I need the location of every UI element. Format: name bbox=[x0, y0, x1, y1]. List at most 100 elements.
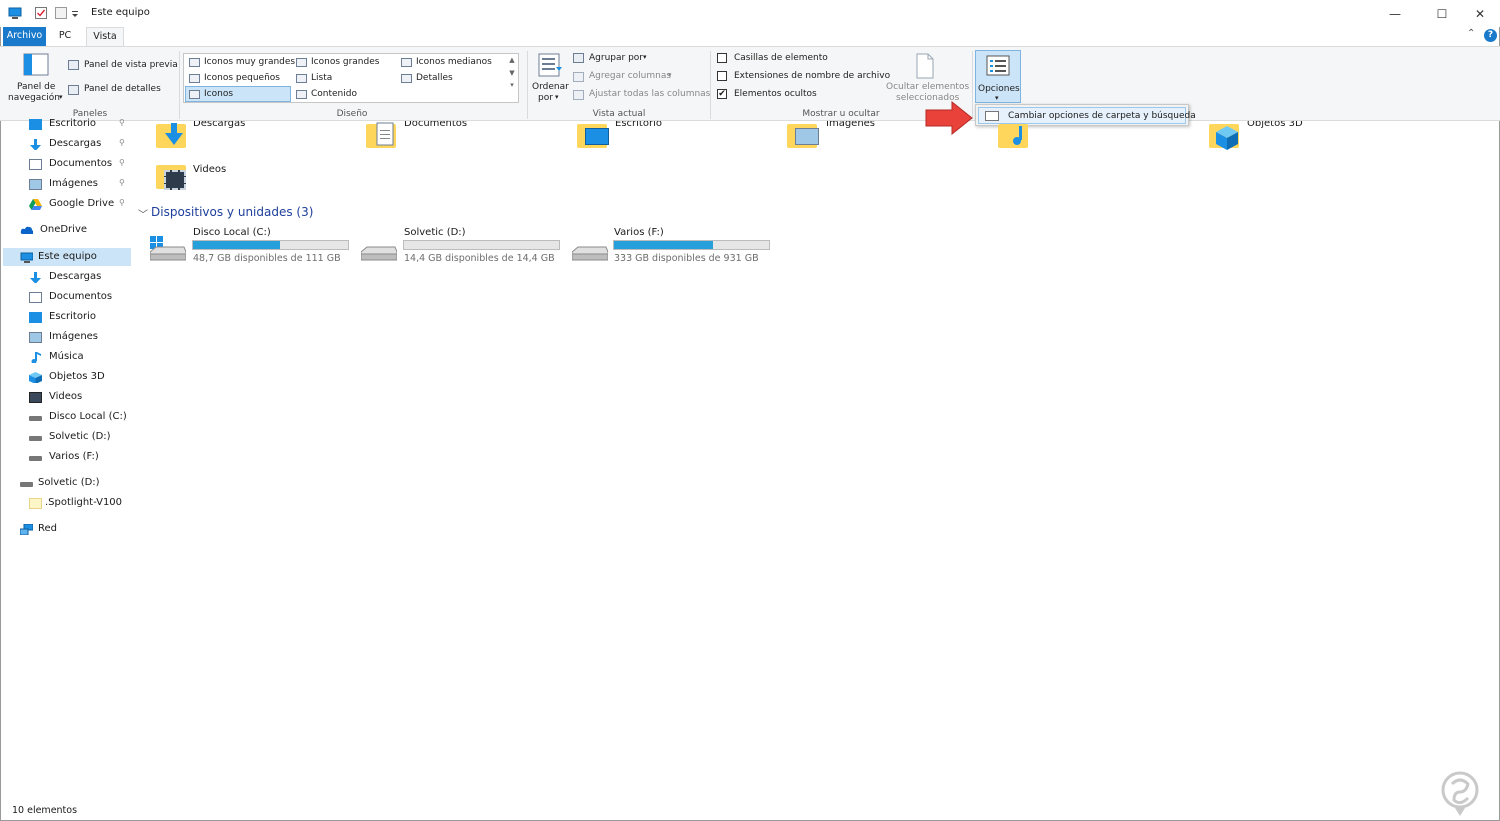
options-button[interactable]: Opciones ▾ bbox=[975, 50, 1021, 103]
chevron-down-icon[interactable]: ▼ bbox=[506, 69, 518, 77]
item-checkboxes-checkbox[interactable] bbox=[717, 53, 727, 63]
nav-this-pc[interactable]: Este equipo bbox=[20, 248, 128, 266]
layout-item-label: Detalles bbox=[416, 73, 453, 83]
sort-by-label-2: por bbox=[538, 93, 553, 103]
nav-label: Este equipo bbox=[38, 251, 97, 262]
collapse-ribbon-icon[interactable]: ⌃ bbox=[1467, 28, 1475, 39]
nav-quick-escritorio[interactable]: Escritorio bbox=[29, 115, 129, 133]
preview-pane-button[interactable]: Panel de vista previa bbox=[84, 60, 178, 70]
layout-item-label: Lista bbox=[311, 73, 333, 83]
help-icon[interactable]: ? bbox=[1484, 29, 1497, 42]
drive-icon bbox=[29, 456, 42, 461]
file-extensions-checkbox[interactable] bbox=[717, 71, 727, 81]
close-button[interactable]: ✕ bbox=[1457, 0, 1500, 27]
nav-pc-varios-f[interactable]: Varios (F:) bbox=[29, 448, 129, 466]
chevron-down-icon: ▾ bbox=[668, 71, 672, 79]
preview-pane-icon bbox=[68, 60, 79, 70]
nav-quick-descargas[interactable]: Descargas bbox=[29, 135, 129, 153]
nav-spotlight-folder[interactable]: .Spotlight-V100 bbox=[29, 494, 129, 512]
nav-pc-descargas[interactable]: Descargas bbox=[29, 268, 129, 286]
desktop-icon bbox=[29, 119, 42, 130]
solvetic-watermark-logo bbox=[1441, 771, 1479, 816]
chevron-down-icon: ▾ bbox=[643, 53, 647, 61]
hide-selected-button[interactable]: Ocultar elementos seleccionados bbox=[884, 51, 969, 107]
group-by-button[interactable]: Agrupar por bbox=[589, 53, 643, 63]
nav-pc-escritorio[interactable]: Escritorio bbox=[29, 308, 129, 326]
ribbon-tabs: Archivo PC Vista bbox=[0, 27, 1500, 46]
devices-section-header[interactable]: Dispositivos y unidades (3) bbox=[151, 205, 313, 219]
folder-label[interactable]: Videos bbox=[193, 164, 226, 175]
small-icons-icon bbox=[189, 74, 200, 83]
title-bar: Este equipo — ☐ ✕ bbox=[0, 0, 1500, 27]
layout-icons[interactable]: Iconos bbox=[185, 86, 291, 102]
chevron-down-icon: ▾ bbox=[555, 93, 559, 101]
nav-pc-musica[interactable]: Música bbox=[29, 348, 129, 366]
gallery-expand-icon[interactable]: ▾ bbox=[506, 81, 518, 89]
tab-pc[interactable]: PC bbox=[50, 27, 80, 46]
tab-view[interactable]: Vista bbox=[86, 27, 124, 46]
pin-icon[interactable]: ⚲ bbox=[119, 178, 125, 187]
layout-extra-large-icons[interactable]: Iconos muy grandes bbox=[186, 55, 295, 71]
nav-pc-disco-local-c[interactable]: Disco Local (C:) bbox=[29, 408, 129, 426]
nav-pc-documentos[interactable]: Documentos bbox=[29, 288, 129, 306]
ribbon-separator bbox=[710, 51, 711, 119]
hide-selected-icon bbox=[916, 53, 934, 79]
gallery-scrollbar[interactable]: ▲ ▼ ▾ bbox=[506, 54, 518, 102]
group-by-icon bbox=[573, 53, 584, 63]
navigation-pane-button[interactable]: Panel de navegación ▾ bbox=[6, 51, 68, 107]
sort-by-label-1: Ordenar bbox=[532, 82, 569, 92]
properties-icon[interactable] bbox=[34, 6, 48, 20]
layout-list[interactable]: Lista bbox=[293, 71, 397, 87]
onedrive-cloud-icon bbox=[20, 226, 33, 234]
nav-pc-objetos-3d[interactable]: Objetos 3D bbox=[29, 368, 129, 386]
drive-usage-bar bbox=[613, 240, 770, 250]
nav-label: Imágenes bbox=[49, 178, 99, 189]
download-arrow-icon bbox=[30, 139, 41, 150]
this-pc-icon[interactable] bbox=[8, 6, 22, 20]
pictures-icon bbox=[29, 179, 42, 190]
tab-file[interactable]: Archivo bbox=[3, 27, 46, 46]
nav-solvetic-drive[interactable]: Solvetic (D:) bbox=[20, 474, 120, 492]
hidden-items-checkbox[interactable]: ✔ bbox=[717, 89, 727, 99]
quick-access-dropdown-icon[interactable] bbox=[70, 6, 84, 20]
minimize-button[interactable]: — bbox=[1372, 0, 1418, 27]
nav-pc-solvetic-d[interactable]: Solvetic (D:) bbox=[29, 428, 129, 446]
pin-icon[interactable]: ⚲ bbox=[119, 118, 125, 127]
nav-onedrive[interactable]: OneDrive bbox=[20, 221, 120, 239]
icons-icon bbox=[189, 90, 200, 99]
drive-name: Disco Local (C:) bbox=[193, 227, 271, 238]
new-folder-icon[interactable] bbox=[54, 6, 68, 20]
layout-content[interactable]: Contenido bbox=[293, 87, 397, 103]
large-icons-icon bbox=[296, 58, 307, 67]
videos-icon bbox=[29, 392, 42, 403]
chevron-down-icon: ▾ bbox=[59, 93, 63, 101]
desktop-icon bbox=[29, 312, 42, 323]
navigation-pane-label-2: navegación bbox=[8, 93, 60, 103]
layout-large-icons[interactable]: Iconos grandes bbox=[293, 55, 397, 71]
chevron-down-icon[interactable]: ﹀ bbox=[138, 206, 148, 221]
nav-network[interactable]: Red bbox=[20, 520, 120, 538]
change-folder-options-label: Cambiar opciones de carpeta y búsqueda bbox=[1008, 111, 1196, 121]
nav-quick-documentos[interactable]: Documentos bbox=[29, 155, 129, 173]
nav-quick-google-drive[interactable]: Google Drive bbox=[29, 195, 129, 213]
nav-quick-imagenes[interactable]: Imágenes bbox=[29, 175, 129, 193]
layout-small-icons[interactable]: Iconos pequeños bbox=[186, 71, 292, 87]
pin-icon[interactable]: ⚲ bbox=[119, 198, 125, 207]
add-columns-button[interactable]: Agregar columnas bbox=[589, 71, 671, 81]
status-item-count: 10 elementos bbox=[12, 805, 78, 816]
fit-columns-button[interactable]: Ajustar todas las columnas bbox=[589, 89, 710, 99]
pictures-icon bbox=[29, 332, 42, 343]
nav-label: Escritorio bbox=[49, 311, 96, 322]
sort-by-button[interactable]: Ordenar por ▾ bbox=[531, 51, 569, 107]
chevron-up-icon[interactable]: ▲ bbox=[506, 56, 518, 64]
pin-icon[interactable]: ⚲ bbox=[119, 158, 125, 167]
file-extensions-label: Extensiones de nombre de archivo bbox=[734, 71, 891, 81]
download-arrow-icon bbox=[30, 272, 41, 283]
nav-pc-imagenes[interactable]: Imágenes bbox=[29, 328, 129, 346]
pin-icon[interactable]: ⚲ bbox=[119, 138, 125, 147]
layout-medium-icons[interactable]: Iconos medianos bbox=[398, 55, 504, 71]
nav-pc-videos[interactable]: Videos bbox=[29, 388, 129, 406]
details-pane-button[interactable]: Panel de detalles bbox=[84, 84, 161, 94]
layout-details[interactable]: Detalles bbox=[398, 71, 504, 87]
group-label-layout: Diseño bbox=[336, 109, 368, 119]
